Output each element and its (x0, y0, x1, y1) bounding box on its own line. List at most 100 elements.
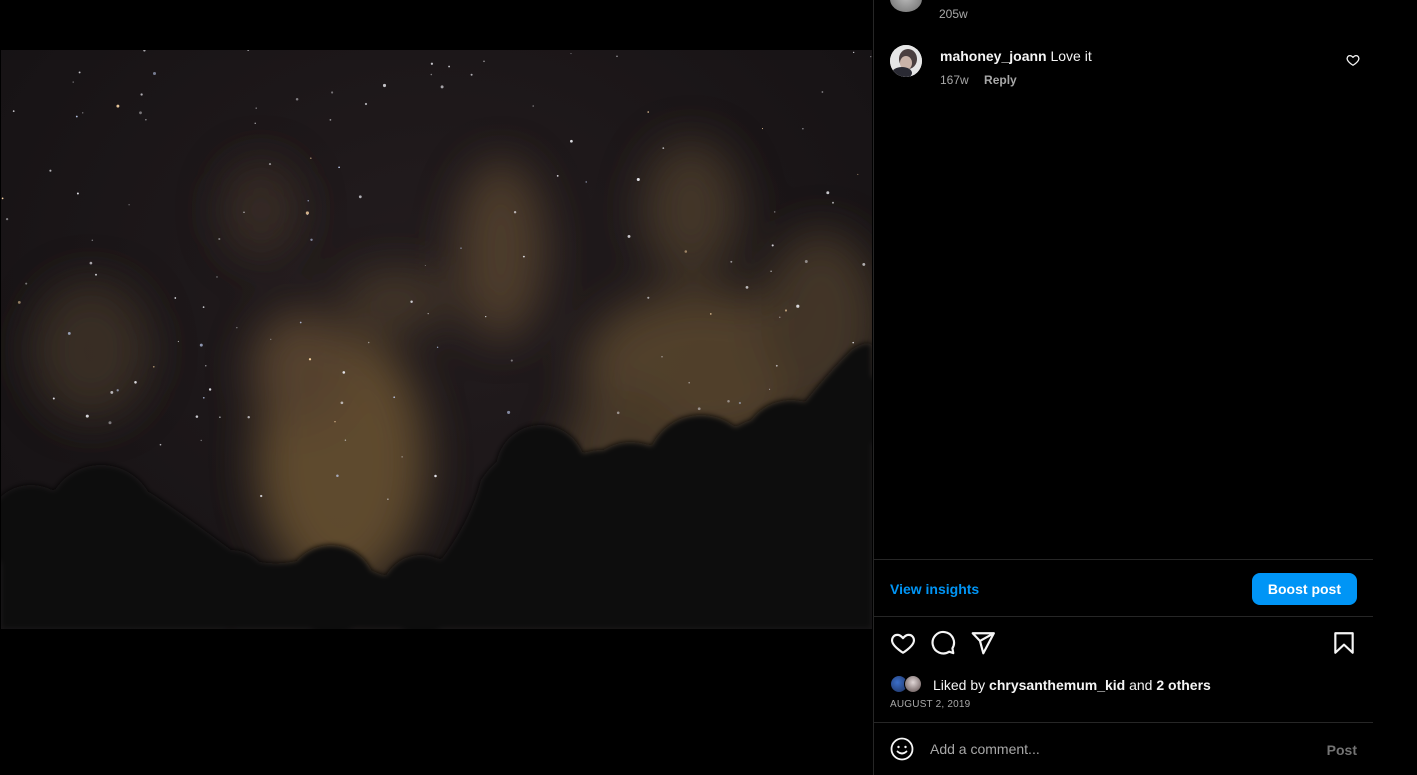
star (85, 414, 89, 418)
divider (874, 616, 1373, 617)
post-date: AUGUST 2, 2019 (890, 699, 971, 710)
comment-username[interactable]: mahoney_joann (940, 48, 1047, 64)
star (616, 55, 618, 58)
star (779, 316, 781, 318)
star (410, 300, 413, 303)
star (67, 331, 71, 335)
star (219, 416, 221, 418)
comment-input[interactable] (930, 737, 1300, 761)
star (796, 304, 800, 308)
star (78, 71, 81, 74)
star (331, 91, 334, 94)
star (804, 260, 808, 263)
heart-icon[interactable] (890, 630, 916, 656)
liked-by-user[interactable]: chrysanthemum_kid (989, 677, 1125, 693)
star (49, 169, 52, 172)
star (585, 181, 587, 183)
star (334, 421, 336, 423)
star (338, 166, 340, 169)
star (336, 474, 339, 478)
star (556, 175, 559, 177)
star (570, 139, 573, 143)
star (522, 255, 525, 258)
emoji-icon[interactable] (890, 737, 914, 761)
star (832, 201, 834, 204)
liked-by-text: Liked by chrysanthemum_kid and 2 others (933, 676, 1211, 694)
star (344, 439, 347, 441)
star (709, 313, 712, 315)
star (218, 237, 221, 241)
avatar[interactable] (890, 0, 922, 12)
star (91, 239, 94, 242)
comment-icon[interactable] (930, 630, 956, 656)
star (771, 244, 774, 247)
star (342, 371, 346, 374)
post-image[interactable] (1, 50, 872, 629)
star (152, 365, 155, 368)
star (367, 341, 370, 344)
star (116, 389, 119, 392)
star (627, 234, 631, 238)
star (532, 105, 534, 107)
star (116, 104, 120, 108)
post-actions-bar (890, 630, 1357, 656)
star (310, 238, 313, 242)
star (1, 197, 4, 200)
star (662, 147, 665, 149)
star (247, 415, 250, 419)
star (773, 211, 776, 213)
star (857, 173, 859, 175)
star (427, 312, 429, 315)
star (95, 273, 97, 276)
star (382, 83, 387, 88)
liker-avatar[interactable] (904, 675, 922, 693)
liked-by-and: and (1129, 677, 1153, 693)
star (340, 401, 344, 405)
star (436, 346, 439, 348)
share-icon[interactable] (970, 630, 996, 656)
star (139, 111, 142, 115)
star (661, 356, 663, 358)
star (513, 211, 517, 214)
star (140, 93, 143, 96)
star (309, 157, 312, 160)
post-side-panel: 205w mahoney_joann Love it 167w Reply Vi… (873, 0, 1373, 775)
view-insights-link[interactable]: View insights (890, 581, 979, 597)
star (688, 381, 690, 384)
star (730, 260, 733, 263)
star (174, 297, 177, 299)
bookmark-icon[interactable] (1331, 630, 1357, 656)
star (424, 265, 426, 266)
star (5, 217, 9, 221)
boost-post-button[interactable]: Boost post (1251, 573, 1357, 605)
star (821, 91, 824, 93)
star (616, 411, 620, 415)
star (195, 415, 199, 418)
star (483, 60, 485, 63)
night-sky-photo (1, 50, 872, 629)
star (200, 439, 202, 442)
star (852, 341, 854, 344)
star (647, 296, 650, 299)
star (647, 111, 649, 113)
star (784, 309, 788, 312)
post-comment-button[interactable]: Post (1327, 742, 1357, 758)
star (268, 163, 272, 166)
star (145, 119, 147, 121)
star (440, 85, 444, 89)
star (393, 396, 396, 399)
star (485, 315, 487, 318)
star (329, 119, 332, 121)
comment-like-heart-icon[interactable] (1346, 53, 1360, 67)
star (260, 494, 263, 498)
star (636, 177, 640, 182)
avatar[interactable] (890, 45, 922, 77)
star (570, 53, 572, 55)
reply-button[interactable]: Reply (984, 73, 1017, 87)
star (25, 282, 28, 285)
liked-by-others[interactable]: 2 others (1156, 677, 1210, 693)
comment-timestamp: 205w (939, 7, 968, 21)
star (108, 421, 112, 425)
comment-item: 205w (890, 0, 1360, 21)
star (52, 397, 55, 400)
